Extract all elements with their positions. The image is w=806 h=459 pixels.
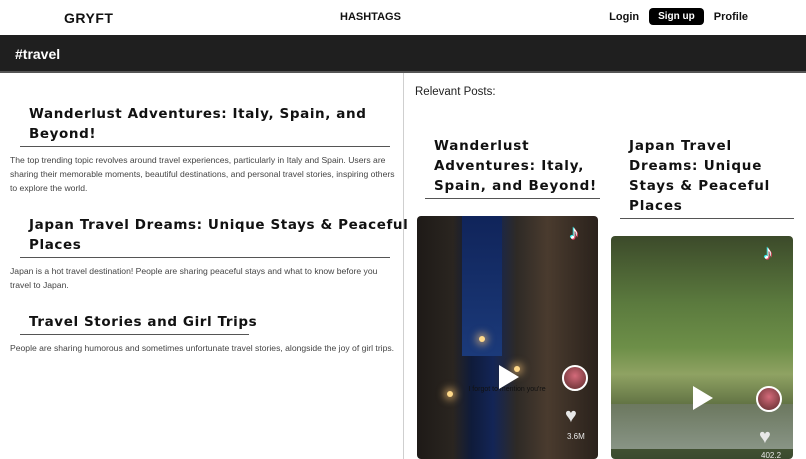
topic-underline <box>20 257 390 258</box>
topic-title-line: Travel Stories and Girl Trips <box>29 314 258 330</box>
play-icon[interactable] <box>693 386 713 410</box>
top-nav: GRYFT HASHTAGS Login Sign up Profile <box>0 0 806 35</box>
like-count: 3.6M <box>567 432 585 441</box>
street-light <box>479 336 485 342</box>
avatar[interactable] <box>756 386 782 412</box>
hashtag-title: #travel <box>15 46 61 62</box>
post-title-line: Places <box>629 198 683 214</box>
topic-title[interactable]: Japan Travel Dreams: Unique Stays & Peac… <box>29 215 408 255</box>
tiktok-icon: ♪ <box>763 242 773 264</box>
relevant-posts-label: Relevant Posts: <box>415 86 496 98</box>
post-title-line: Adventures: Italy, <box>434 158 585 174</box>
hashtags-link[interactable]: HASHTAGS <box>340 11 401 23</box>
logo[interactable]: GRYFT <box>64 10 113 26</box>
post-title-line: Dreams: Unique <box>629 158 763 174</box>
post-title-line: Spain, and Beyond! <box>434 178 597 194</box>
heart-icon[interactable]: ♥ <box>759 426 771 449</box>
hashtag-banner: #travel <box>0 35 806 73</box>
column-divider <box>403 73 404 459</box>
post-title-underline <box>620 218 794 219</box>
profile-link[interactable]: Profile <box>714 11 748 23</box>
topic-title[interactable]: Travel Stories and Girl Trips <box>29 312 257 332</box>
topic-title-line: Places <box>29 237 82 253</box>
topic-description: The top trending topic revolves around t… <box>10 155 395 193</box>
topic-title[interactable]: Wanderlust Adventures: Italy, Spain, and… <box>29 104 366 144</box>
signup-button[interactable]: Sign up <box>649 8 704 25</box>
post-title-underline <box>425 198 600 199</box>
nav-actions: Login Sign up Profile <box>609 8 748 25</box>
login-link[interactable]: Login <box>609 11 639 23</box>
video-thumbnail[interactable]: ♪ ♥ 402.2 <box>611 236 793 459</box>
play-icon[interactable] <box>499 365 519 389</box>
post-title-line: Wanderlust <box>434 138 530 154</box>
tiktok-icon: ♪ <box>569 222 579 244</box>
post-title[interactable]: Japan Travel Dreams: Unique Stays & Peac… <box>629 136 770 216</box>
topic-description: Japan is a hot travel destination! Peopl… <box>10 266 378 290</box>
topic-underline <box>20 146 390 147</box>
topic-description: People are sharing humorous and sometime… <box>10 343 395 353</box>
video-thumbnail[interactable]: ♪ I forgot to mention you're ♥ 3.6M <box>417 216 598 459</box>
avatar[interactable] <box>562 365 588 391</box>
topic-title-line: Beyond! <box>29 126 97 142</box>
post-title[interactable]: Wanderlust Adventures: Italy, Spain, and… <box>434 136 597 196</box>
heart-icon[interactable]: ♥ <box>565 405 577 428</box>
topic-underline <box>20 334 249 335</box>
night-sky <box>462 216 502 356</box>
post-title-line: Stays & Peaceful <box>629 178 771 194</box>
topic-title-line: Japan Travel Dreams: Unique Stays & Peac… <box>29 217 409 233</box>
topic-title-line: Wanderlust Adventures: Italy, Spain, and <box>29 106 367 122</box>
post-title-line: Japan Travel <box>629 138 732 154</box>
like-count: 402.2 <box>761 451 782 459</box>
street-light <box>447 391 453 397</box>
